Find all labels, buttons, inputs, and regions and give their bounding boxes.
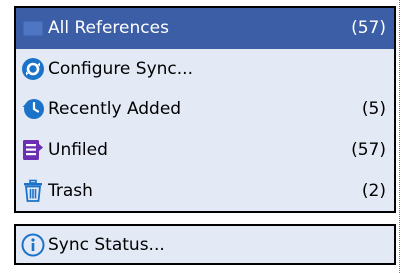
list-item-label: Trash xyxy=(48,180,93,201)
item-count: (2) xyxy=(361,180,386,201)
list-item-configure-sync[interactable]: Configure Sync... xyxy=(16,49,394,90)
list-item-recently-added[interactable]: Recently Added (5) xyxy=(16,89,394,130)
list-item-label: All References xyxy=(48,18,169,39)
library-panel: All References (57) Configure Sync... Re… xyxy=(0,0,405,273)
sync-status-panel: Sync Status... xyxy=(14,224,396,265)
list-item-trash[interactable]: Trash (2) xyxy=(16,170,394,211)
divider xyxy=(399,0,400,273)
list-item-all-references[interactable]: All References (57) xyxy=(16,8,394,49)
unfiled-icon xyxy=(20,137,46,163)
item-count: (5) xyxy=(361,99,386,120)
item-count: (57) xyxy=(351,18,386,39)
list-item-label: Unfiled xyxy=(48,140,108,161)
list-item-unfiled[interactable]: Unfiled (57) xyxy=(16,130,394,171)
history-icon xyxy=(20,96,46,122)
trash-icon xyxy=(20,178,46,204)
list-item-sync-status[interactable]: Sync Status... xyxy=(16,226,394,263)
folder-icon xyxy=(20,15,46,41)
library-groups-list: All References (57) Configure Sync... Re… xyxy=(14,6,396,213)
list-item-label: Configure Sync... xyxy=(48,58,193,79)
list-item-label: Recently Added xyxy=(48,99,182,120)
item-count: (57) xyxy=(351,140,386,161)
info-icon xyxy=(20,232,46,258)
sync-icon xyxy=(20,56,46,82)
list-item-label: Sync Status... xyxy=(48,234,165,255)
